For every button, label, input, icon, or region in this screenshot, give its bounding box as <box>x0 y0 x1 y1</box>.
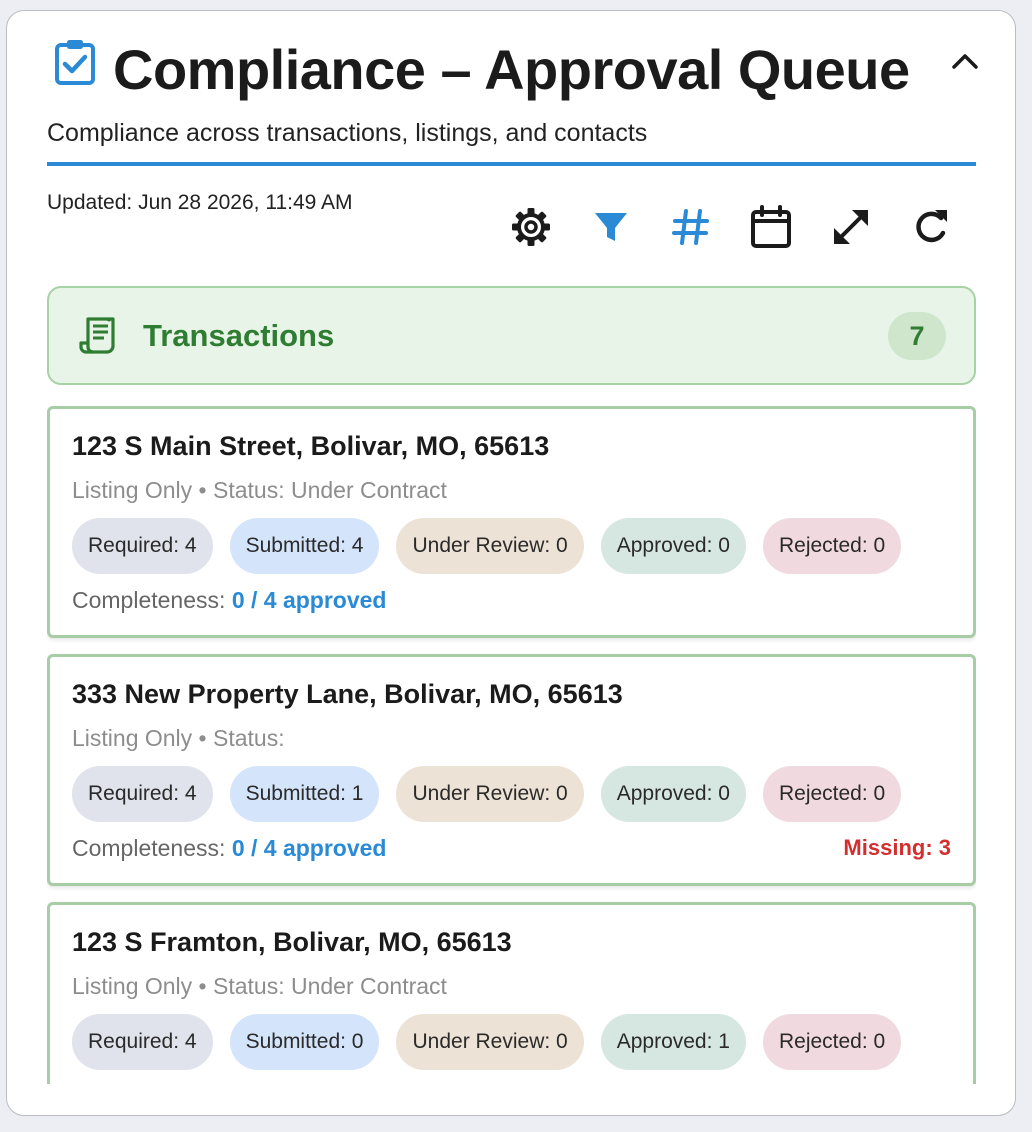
settings-button[interactable] <box>507 205 555 253</box>
transaction-meta: Listing Only • Status: Under Contract <box>72 477 447 503</box>
transaction-address: 123 S Framton, Bolivar, MO, 65613 <box>72 927 512 957</box>
transaction-list: 123 S Main Street, Bolivar, MO, 65613 Li… <box>47 406 976 1084</box>
refresh-icon <box>910 206 952 253</box>
widget-header: Compliance – Approval Queue Compliance a… <box>47 33 978 166</box>
transactions-section-header[interactable]: Transactions 7 <box>47 286 976 385</box>
receipt-icon <box>79 316 119 356</box>
clipboard-check-icon <box>51 38 99 86</box>
transaction-card[interactable]: 123 S Framton, Bolivar, MO, 65613 Listin… <box>47 902 976 1084</box>
calendar-icon <box>750 204 792 254</box>
rejected-pill: Rejected: 0 <box>762 1014 902 1070</box>
under-review-pill: Under Review: 0 <box>396 766 584 822</box>
completeness-row: Completeness: 0 / 4 approved <box>72 587 386 614</box>
date-range-button[interactable] <box>747 204 795 254</box>
expand-button[interactable] <box>827 205 875 253</box>
updated-timestamp: Updated: Jun 28 2026, 11:49 AM <box>47 191 353 214</box>
transaction-address: 333 New Property Lane, Bolivar, MO, 6561… <box>72 679 623 709</box>
count-toggle-button[interactable] <box>667 205 715 253</box>
missing-count: Missing: 3 <box>843 835 951 860</box>
submitted-pill: Submitted: 4 <box>229 518 380 574</box>
completeness-value: 0 / 4 approved <box>231 587 387 613</box>
gear-icon <box>509 205 553 254</box>
hash-icon <box>671 207 711 252</box>
approved-pill: Approved: 0 <box>600 766 746 822</box>
compliance-widget: Compliance – Approval Queue Compliance a… <box>6 10 1016 1116</box>
transaction-meta: Listing Only • Status: Under Contract <box>72 973 447 999</box>
required-pill: Required: 4 <box>72 518 213 574</box>
required-pill: Required: 4 <box>72 1014 213 1070</box>
title-row: Compliance – Approval Queue <box>47 33 977 105</box>
under-review-pill: Under Review: 0 <box>396 1014 584 1070</box>
rejected-pill: Rejected: 0 <box>762 766 902 822</box>
submitted-pill: Submitted: 1 <box>229 766 380 822</box>
completeness-row: Completeness: 0 / 4 approved <box>72 835 386 862</box>
completeness-label: Completeness: <box>72 835 232 861</box>
section-title: Transactions <box>143 317 335 353</box>
expand-icon <box>830 206 872 253</box>
transaction-card[interactable]: 123 S Main Street, Bolivar, MO, 65613 Li… <box>47 406 976 638</box>
approved-pill: Approved: 0 <box>600 518 746 574</box>
transaction-card[interactable]: 333 New Property Lane, Bolivar, MO, 6561… <box>47 654 976 886</box>
toolbar <box>507 204 955 254</box>
transaction-address: 123 S Main Street, Bolivar, MO, 65613 <box>72 431 550 461</box>
page-title: Compliance – Approval Queue <box>113 37 910 101</box>
submitted-pill: Submitted: 0 <box>229 1014 380 1070</box>
status-pills: Required: 4 Submitted: 4 Under Review: 0… <box>72 518 902 574</box>
completeness-value: 0 / 4 approved <box>231 835 387 861</box>
rejected-pill: Rejected: 0 <box>762 518 902 574</box>
status-pills: Required: 4 Submitted: 0 Under Review: 0… <box>72 1014 902 1070</box>
approved-pill: Approved: 1 <box>600 1014 746 1070</box>
status-pills: Required: 4 Submitted: 1 Under Review: 0… <box>72 766 902 822</box>
filter-button[interactable] <box>587 205 635 253</box>
collapse-button[interactable] <box>943 41 987 85</box>
header-divider <box>47 162 976 166</box>
chevron-up-icon <box>950 51 980 76</box>
required-pill: Required: 4 <box>72 766 213 822</box>
page-subtitle: Compliance across transactions, listings… <box>47 119 648 147</box>
refresh-button[interactable] <box>907 205 955 253</box>
filter-icon <box>591 207 631 252</box>
section-count-badge: 7 <box>888 312 946 360</box>
completeness-label: Completeness: <box>72 587 232 613</box>
transaction-meta: Listing Only • Status: <box>72 725 285 751</box>
under-review-pill: Under Review: 0 <box>396 518 584 574</box>
